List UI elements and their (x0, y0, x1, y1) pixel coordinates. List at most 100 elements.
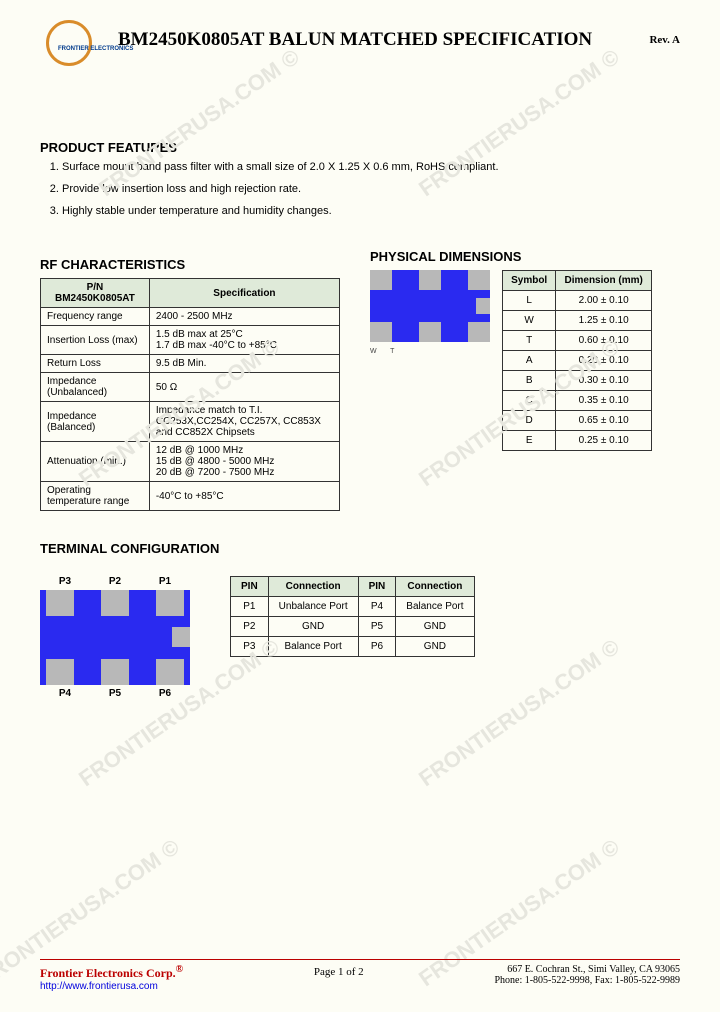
dimensions-table: Symbol Dimension (mm) L2.00 ± 0.10 W1.25… (502, 270, 652, 451)
dim-val: 1.25 ± 0.10 (556, 311, 652, 331)
page-title: BM2450K0805AT BALUN MATCHED SPECIFICATIO… (118, 29, 641, 51)
terminal-heading: TERMINAL CONFIGURATION (40, 541, 680, 556)
dim-sym: C (503, 391, 556, 411)
rf-val: Impedance match to T.I. CC253X,CC254X, C… (149, 402, 339, 442)
rf-block: RF CHARACTERISTICS P/N BM2450K0805AT Spe… (40, 227, 340, 511)
chip-pad (101, 590, 129, 616)
chip-pad (370, 270, 392, 290)
dim-val: 0.25 ± 0.10 (556, 431, 652, 451)
chip-pad (468, 270, 490, 290)
pin-cell: GND (396, 617, 474, 637)
rf-val: 2400 - 2500 MHz (149, 308, 339, 326)
rf-head-spec: Specification (149, 279, 339, 308)
header: FRONTIER ELECTRONICS BM2450K0805AT BALUN… (40, 20, 680, 60)
page-number: Page 1 of 2 (314, 966, 364, 978)
rf-val: 50 Ω (149, 373, 339, 402)
pin-cell: P6 (358, 637, 396, 657)
pin-label: P3 (59, 576, 71, 587)
rf-key: Return Loss (41, 355, 150, 373)
pin-label: P1 (159, 576, 171, 587)
features-list: Surface mount band pass filter with a sm… (40, 161, 680, 217)
chip-pad (156, 590, 184, 616)
chip-pad (370, 322, 392, 342)
pin-label: P5 (109, 688, 121, 699)
chip-pad (476, 298, 490, 314)
dim-sym: B (503, 371, 556, 391)
rf-key: Impedance (Balanced) (41, 402, 150, 442)
company-logo: FRONTIER ELECTRONICS (40, 20, 110, 60)
dim-val: 0.35 ± 0.10 (556, 391, 652, 411)
company-name: Frontier Electronics Corp.® (40, 964, 183, 981)
chip-pad (419, 270, 441, 290)
pin-cell: P2 (231, 617, 269, 637)
dim-val: 0.65 ± 0.10 (556, 411, 652, 431)
pin-head: Connection (268, 577, 358, 597)
chip-pad (46, 590, 74, 616)
dim-val: 0.60 ± 0.10 (556, 331, 652, 351)
rf-key: Insertion Loss (max) (41, 326, 150, 355)
rf-key: Frequency range (41, 308, 150, 326)
rf-val: 9.5 dB Min. (149, 355, 339, 373)
pin-label: P2 (109, 576, 121, 587)
phone-line: Phone: 1-805-522-9998, Fax: 1-805-522-99… (494, 975, 680, 986)
dim-annot-row: W T (370, 348, 490, 355)
chip-pad (46, 659, 74, 685)
chip-outline (40, 590, 190, 685)
dim-sym: A (503, 351, 556, 371)
feature-item: Highly stable under temperature and humi… (62, 205, 680, 217)
dim-val: 2.00 ± 0.10 (556, 291, 652, 311)
dim-sym: T (503, 331, 556, 351)
pin-head: PIN (358, 577, 396, 597)
address-line: 667 E. Cochran St., Simi Valley, CA 9306… (494, 964, 680, 975)
pin-cell: GND (268, 617, 358, 637)
dim-sym: D (503, 411, 556, 431)
dim-val: 0.20 ± 0.10 (556, 351, 652, 371)
page: FRONTIERUSA.COM © FRONTIERUSA.COM © FRON… (0, 0, 720, 1010)
revision-label: Rev. A (649, 34, 680, 46)
rf-val: 12 dB @ 1000 MHz 15 dB @ 4800 - 5000 MHz… (149, 442, 339, 482)
chip-pad (101, 659, 129, 685)
footer-left: Frontier Electronics Corp.® http://www.f… (40, 964, 183, 992)
chip-outline (370, 270, 490, 342)
pin-label: P6 (159, 688, 171, 699)
dimensions-block: PHYSICAL DIMENSIONS W T (370, 227, 680, 451)
dimensions-heading: PHYSICAL DIMENSIONS (370, 249, 680, 264)
footer-address: 667 E. Cochran St., Simi Valley, CA 9306… (494, 964, 680, 992)
pin-cell: P4 (358, 597, 396, 617)
chip-pad (172, 627, 190, 647)
rf-val: -40°C to +85°C (149, 482, 339, 511)
dim-head-dim: Dimension (mm) (556, 271, 652, 291)
dim-sym: W (503, 311, 556, 331)
dim-val: 0.30 ± 0.10 (556, 371, 652, 391)
feature-item: Provide low insertion loss and high reje… (62, 183, 680, 195)
pin-cell: GND (396, 637, 474, 657)
dim-sym: E (503, 431, 556, 451)
rf-head-pn: P/N BM2450K0805AT (41, 279, 150, 308)
pin-label: P4 (59, 688, 71, 699)
rf-key: Impedance (Unbalanced) (41, 373, 150, 402)
chip-pad (156, 659, 184, 685)
rf-key: Operating temperature range (41, 482, 150, 511)
rf-heading: RF CHARACTERISTICS (40, 257, 340, 272)
dim-head-sym: Symbol (503, 271, 556, 291)
footer: Frontier Electronics Corp.® http://www.f… (40, 959, 680, 992)
pin-head: Connection (396, 577, 474, 597)
chip-pad (419, 322, 441, 342)
pin-cell: P5 (358, 617, 396, 637)
pin-cell: Unbalance Port (268, 597, 358, 617)
feature-item: Surface mount band pass filter with a sm… (62, 161, 680, 173)
chip-pad (468, 322, 490, 342)
pin-head: PIN (231, 577, 269, 597)
pin-cell: P3 (231, 637, 269, 657)
rf-table: P/N BM2450K0805AT Specification Frequenc… (40, 278, 340, 511)
company-url[interactable]: http://www.frontierusa.com (40, 981, 158, 992)
pin-labels-bottom: P4 P5 P6 (40, 688, 190, 699)
terminal-diagram: P3 P2 P1 P4 P5 P6 (40, 576, 190, 699)
terminal-table: PIN Connection PIN Connection P1 Unbalan… (230, 576, 475, 657)
dim-sym: L (503, 291, 556, 311)
pin-labels-top: P3 P2 P1 (40, 576, 190, 587)
chip-diagram: W T (370, 270, 490, 355)
features-heading: PRODUCT FEATURES (40, 140, 680, 155)
pin-cell: P1 (231, 597, 269, 617)
pin-cell: Balance Port (268, 637, 358, 657)
